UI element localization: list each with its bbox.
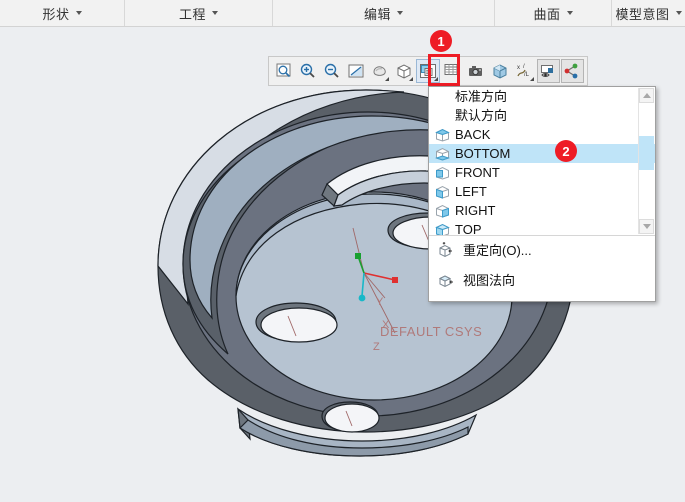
chevron-down-icon [75,11,82,15]
tab-shape[interactable]: 形状 [0,0,125,26]
tab-shape-label: 形状 [42,6,70,22]
cube-left-icon [433,184,451,200]
tab-engineering[interactable]: 工程 [125,0,273,26]
ribbon-tab-bar: 形状 工程 编辑 曲面 模型意图 [0,0,685,27]
view-toolbar: x / /L [268,56,588,86]
tab-surface-label: 曲面 [533,6,561,22]
appearance-button[interactable] [489,59,512,83]
menu-item-label: 视图法向 [463,273,516,288]
menu-item-right[interactable]: RIGHT [429,201,655,220]
cube-right-icon [433,203,451,219]
image-capture-button[interactable] [465,59,488,83]
menu-bottom-section: 重定向(O)... 视图法向 [429,236,655,296]
appearance-cube-icon [493,64,507,79]
menu-item-label: 标准方向 [455,88,508,104]
menu-item-bottom[interactable]: BOTTOM [429,144,655,163]
menu-item-top[interactable]: TOP [429,220,655,235]
menu-item-view-normal[interactable]: 视图法向 [429,266,655,296]
reorient-icon [435,240,457,262]
menu-item-default-orientation[interactable]: 默认方向 [429,106,655,125]
zoom-to-fit-icon [276,63,291,78]
chevron-down-icon [397,11,403,15]
chevron-down-icon [675,11,682,15]
menu-scrollbar[interactable] [638,88,654,234]
step-marker-2: 2 [555,140,577,162]
menu-item-reorient[interactable]: 重定向(O)... [429,236,655,266]
dropdown-indicator-icon [385,77,390,81]
step-marker-1: 1 [430,30,452,52]
repaint-button[interactable] [344,59,367,83]
zoom-to-fit-button[interactable] [272,59,295,83]
annotation-display-button[interactable]: x / /L [513,59,536,83]
scroll-down-button[interactable] [639,219,654,234]
tab-edit[interactable]: 编辑 [273,0,495,26]
chevron-up-icon [642,93,651,98]
cube-back-icon [433,127,451,143]
dropdown-indicator-icon [433,77,438,81]
tab-engineering-label: 工程 [178,6,206,22]
menu-item-front[interactable]: FRONT [429,163,655,182]
cube-front-icon [433,165,451,181]
chevron-down-icon [212,11,218,15]
dropdown-indicator-icon [409,77,414,81]
svg-text:/: / [523,64,525,70]
menu-item-label: BOTTOM [455,145,511,161]
layer-visibility-icon [541,65,554,77]
zoom-in-icon [300,63,315,78]
menu-scroll-area: 标准方向 默认方向 BACK BOTTOM FRONT LEFT RIGHT T… [429,87,655,235]
menu-item-back[interactable]: BACK [429,125,655,144]
cube-bottom-icon [433,146,451,162]
saved-orientations-menu: 标准方向 默认方向 BACK BOTTOM FRONT LEFT RIGHT T… [428,86,656,302]
view-manager-toolbar-button[interactable] [416,59,440,83]
menu-item-label: 重定向(O)... [463,243,532,258]
relations-button[interactable] [560,59,585,83]
tab-model-intent[interactable]: 模型意图 [612,0,685,26]
zoom-in-button[interactable] [296,59,319,83]
repaint-icon [348,64,364,78]
perspective-view-button[interactable] [392,59,415,83]
menu-item-label: BACK [455,126,491,142]
menu-item-label: FRONT [455,164,500,180]
tab-edit-label: 编辑 [363,6,391,22]
menu-item-label: 默认方向 [455,107,508,123]
menu-item-label: LEFT [455,183,487,199]
chevron-down-icon [566,11,573,15]
view-normal-icon [435,270,457,292]
tab-surface[interactable]: 曲面 [495,0,612,26]
zoom-out-icon [324,63,339,78]
menu-item-left[interactable]: LEFT [429,182,655,201]
svg-text:x: x [517,65,520,71]
menu-item-standard-orientation[interactable]: 标准方向 [429,87,655,106]
scrollbar-thumb[interactable] [639,136,654,170]
display-style-button[interactable] [368,59,391,83]
scroll-up-button[interactable] [639,88,654,103]
chevron-down-icon [642,224,651,229]
cube-top-icon [433,222,451,235]
layer-visibility-button[interactable] [536,59,560,83]
dropdown-indicator-icon [529,77,534,81]
view-list-button[interactable] [441,59,464,83]
tab-model-intent-label: 模型意图 [615,6,670,22]
zoom-out-button[interactable] [320,59,343,83]
relation-icon [565,63,578,79]
camera-icon [469,66,483,76]
view-list-icon [444,64,458,75]
menu-item-label: RIGHT [455,202,496,218]
menu-item-label: TOP [455,221,482,235]
